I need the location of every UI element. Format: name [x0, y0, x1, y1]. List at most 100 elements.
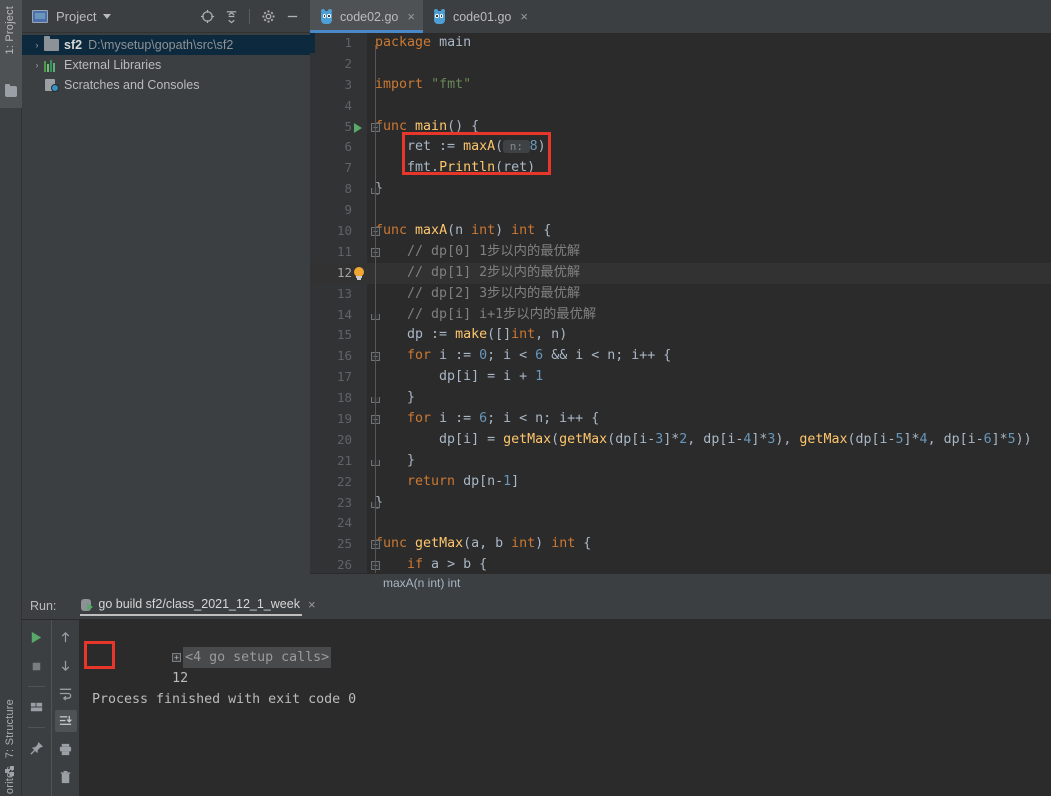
code-content[interactable]: 1 package main 23import "fmt"45−func main(… [310, 33, 1051, 592]
line-number: 25 [336, 536, 352, 552]
editor-tab-code02[interactable]: code02.go × [310, 0, 423, 33]
project-tree: › sf2 D:\mysetup\gopath\src\sf2 › Extern… [22, 33, 310, 95]
code-line[interactable]: 4 [310, 96, 1051, 117]
code-text: func maxA(n int) int { [375, 223, 552, 239]
console-setup-line[interactable]: + <4 go setup calls> [92, 626, 1051, 668]
code-line[interactable]: 2 [310, 54, 1051, 75]
close-icon[interactable]: × [308, 597, 316, 612]
code-line[interactable]: 3 import "fmt" [310, 75, 1051, 96]
code-line[interactable]: 5−func main() { [310, 117, 1051, 138]
project-window-icon [32, 9, 48, 23]
close-icon[interactable]: × [520, 9, 528, 24]
line-number: 13 [336, 285, 352, 301]
code-line[interactable]: 12 // dp[1] 2步以内的最优解 [310, 262, 1051, 284]
console-setup-text: <4 go setup calls> [183, 647, 332, 668]
code-line[interactable]: 7 fmt.Println(ret) [310, 158, 1051, 179]
code-line[interactable]: 1 package main [310, 33, 1051, 54]
locate-icon[interactable] [196, 5, 218, 27]
line-number: 8 [344, 181, 352, 197]
parameter-hint: n: [503, 140, 530, 154]
code-line[interactable]: 9 [310, 200, 1051, 221]
editor-tab-code01[interactable]: code01.go × [423, 0, 536, 33]
project-folder-icon [5, 84, 17, 97]
soft-wrap-icon[interactable] [55, 682, 77, 704]
close-icon[interactable]: × [407, 9, 415, 24]
code-line[interactable]: 8} [310, 179, 1051, 200]
code-line[interactable]: 23} [310, 493, 1051, 514]
code-line[interactable]: 22 return dp[n-1] [310, 472, 1051, 493]
code-line[interactable]: 16− for i := 0; i < 6 && i < n; i++ { [310, 346, 1051, 367]
chevron-right-icon[interactable]: › [30, 60, 44, 70]
line-number: 16 [336, 348, 352, 364]
settings-gear-icon[interactable] [257, 5, 279, 27]
code-line[interactable]: 11− // dp[0] 1步以内的最优解 [310, 242, 1051, 263]
intention-bulb-icon[interactable] [353, 266, 365, 280]
next-occurrence-arrow-down-icon[interactable] [55, 654, 77, 676]
code-line[interactable]: 14 // dp[i] i+1步以内的最优解 [310, 305, 1051, 326]
tree-node-path: D:\mysetup\gopath\src\sf2 [88, 38, 234, 52]
line-number: 14 [336, 306, 352, 322]
project-panel-toolbar [196, 5, 310, 27]
run-panel-label: Run: [30, 598, 57, 613]
code-text: // dp[0] 1步以内的最优解 [407, 243, 581, 259]
run-tool-window: Run: go build sf2/class_2021_12_1_week × [22, 592, 1051, 796]
run-configuration-tab[interactable]: go build sf2/class_2021_12_1_week × [80, 597, 316, 616]
line-number: 1 [344, 35, 352, 50]
chevron-down-icon[interactable] [103, 13, 112, 19]
code-line[interactable]: 25−func getMax(a, b int) int { [310, 534, 1051, 555]
console-output[interactable]: + <4 go setup calls> 12 Process finished … [79, 620, 1051, 796]
rerun-play-icon[interactable] [26, 626, 48, 648]
line-number: 6 [344, 139, 352, 155]
code-line[interactable]: 20 dp[i] = getMax(getMax(dp[i-3]*2, dp[i… [310, 430, 1051, 451]
code-line[interactable]: 19− for i := 6; i < n; i++ { [310, 409, 1051, 430]
code-line[interactable]: 13 // dp[2] 3步以内的最优解 [310, 284, 1051, 305]
line-number: 10 [336, 223, 352, 239]
code-text: package main [375, 35, 472, 50]
run-panel-body: + <4 go setup calls> 12 Process finished … [22, 620, 1051, 796]
pin-icon[interactable] [26, 737, 48, 759]
line-number: 15 [336, 327, 352, 343]
tree-node-sf2[interactable]: › sf2 D:\mysetup\gopath\src\sf2 [22, 35, 310, 55]
rail-item-structure[interactable]: 7: Structure [4, 699, 16, 758]
expand-icon[interactable]: + [172, 652, 182, 662]
scroll-to-end-icon[interactable] [54, 710, 77, 732]
line-number: 17 [336, 369, 352, 385]
code-line[interactable]: 21 } [310, 451, 1051, 472]
run-tab-label: go build sf2/class_2021_12_1_week [98, 597, 300, 611]
code-text: fmt.Println(ret) [407, 160, 536, 176]
tree-node-scratches[interactable]: Scratches and Consoles [22, 75, 310, 95]
code-text: return dp[n-1] [407, 473, 520, 489]
layout-icon[interactable] [26, 696, 48, 718]
fold-guide-line [375, 45, 376, 575]
code-text: dp := make([]int, n) [407, 327, 568, 343]
project-panel-title: Project [56, 8, 97, 24]
hide-panel-icon[interactable] [281, 5, 303, 27]
run-gutter-play-icon[interactable] [354, 122, 362, 133]
code-line[interactable]: 10−func maxA(n int) int { [310, 221, 1051, 242]
stop-icon[interactable] [26, 655, 48, 677]
run-actions-toolbar [22, 620, 51, 796]
collapse-all-icon[interactable] [220, 5, 242, 27]
code-line[interactable]: 24 [310, 513, 1051, 534]
code-text: // dp[2] 3步以内的最优解 [407, 285, 581, 301]
line-number: 19 [336, 411, 352, 427]
code-line[interactable]: 6 ret := maxA( n: 8) [310, 137, 1051, 158]
breadcrumb[interactable]: maxA(n int) int [310, 573, 1051, 592]
rail-item-project[interactable]: 1: Project [4, 6, 16, 54]
tree-node-external-libraries[interactable]: › External Libraries [22, 55, 310, 75]
code-editor[interactable]: 1 package main 23import "fmt"45−func main(… [310, 33, 1051, 592]
code-text: // dp[i] i+1步以内的最优解 [407, 306, 597, 322]
prev-occurrence-arrow-up-icon[interactable] [55, 626, 77, 648]
console-output-value: 12 [172, 671, 189, 686]
print-icon[interactable] [55, 738, 77, 760]
line-number: 20 [336, 431, 352, 447]
code-line[interactable]: 15 dp := make([]int, n) [310, 325, 1051, 346]
code-line[interactable]: 17 dp[i] = i + 1 [310, 367, 1051, 388]
clear-all-trash-icon[interactable] [55, 766, 77, 788]
toolbar-divider [249, 8, 250, 24]
rail-item-favorites[interactable]: orites [4, 766, 16, 794]
chevron-right-icon[interactable]: › [30, 40, 44, 50]
code-line[interactable]: 18 } [310, 388, 1051, 409]
code-text: ret := maxA( n: 8) [407, 139, 546, 155]
